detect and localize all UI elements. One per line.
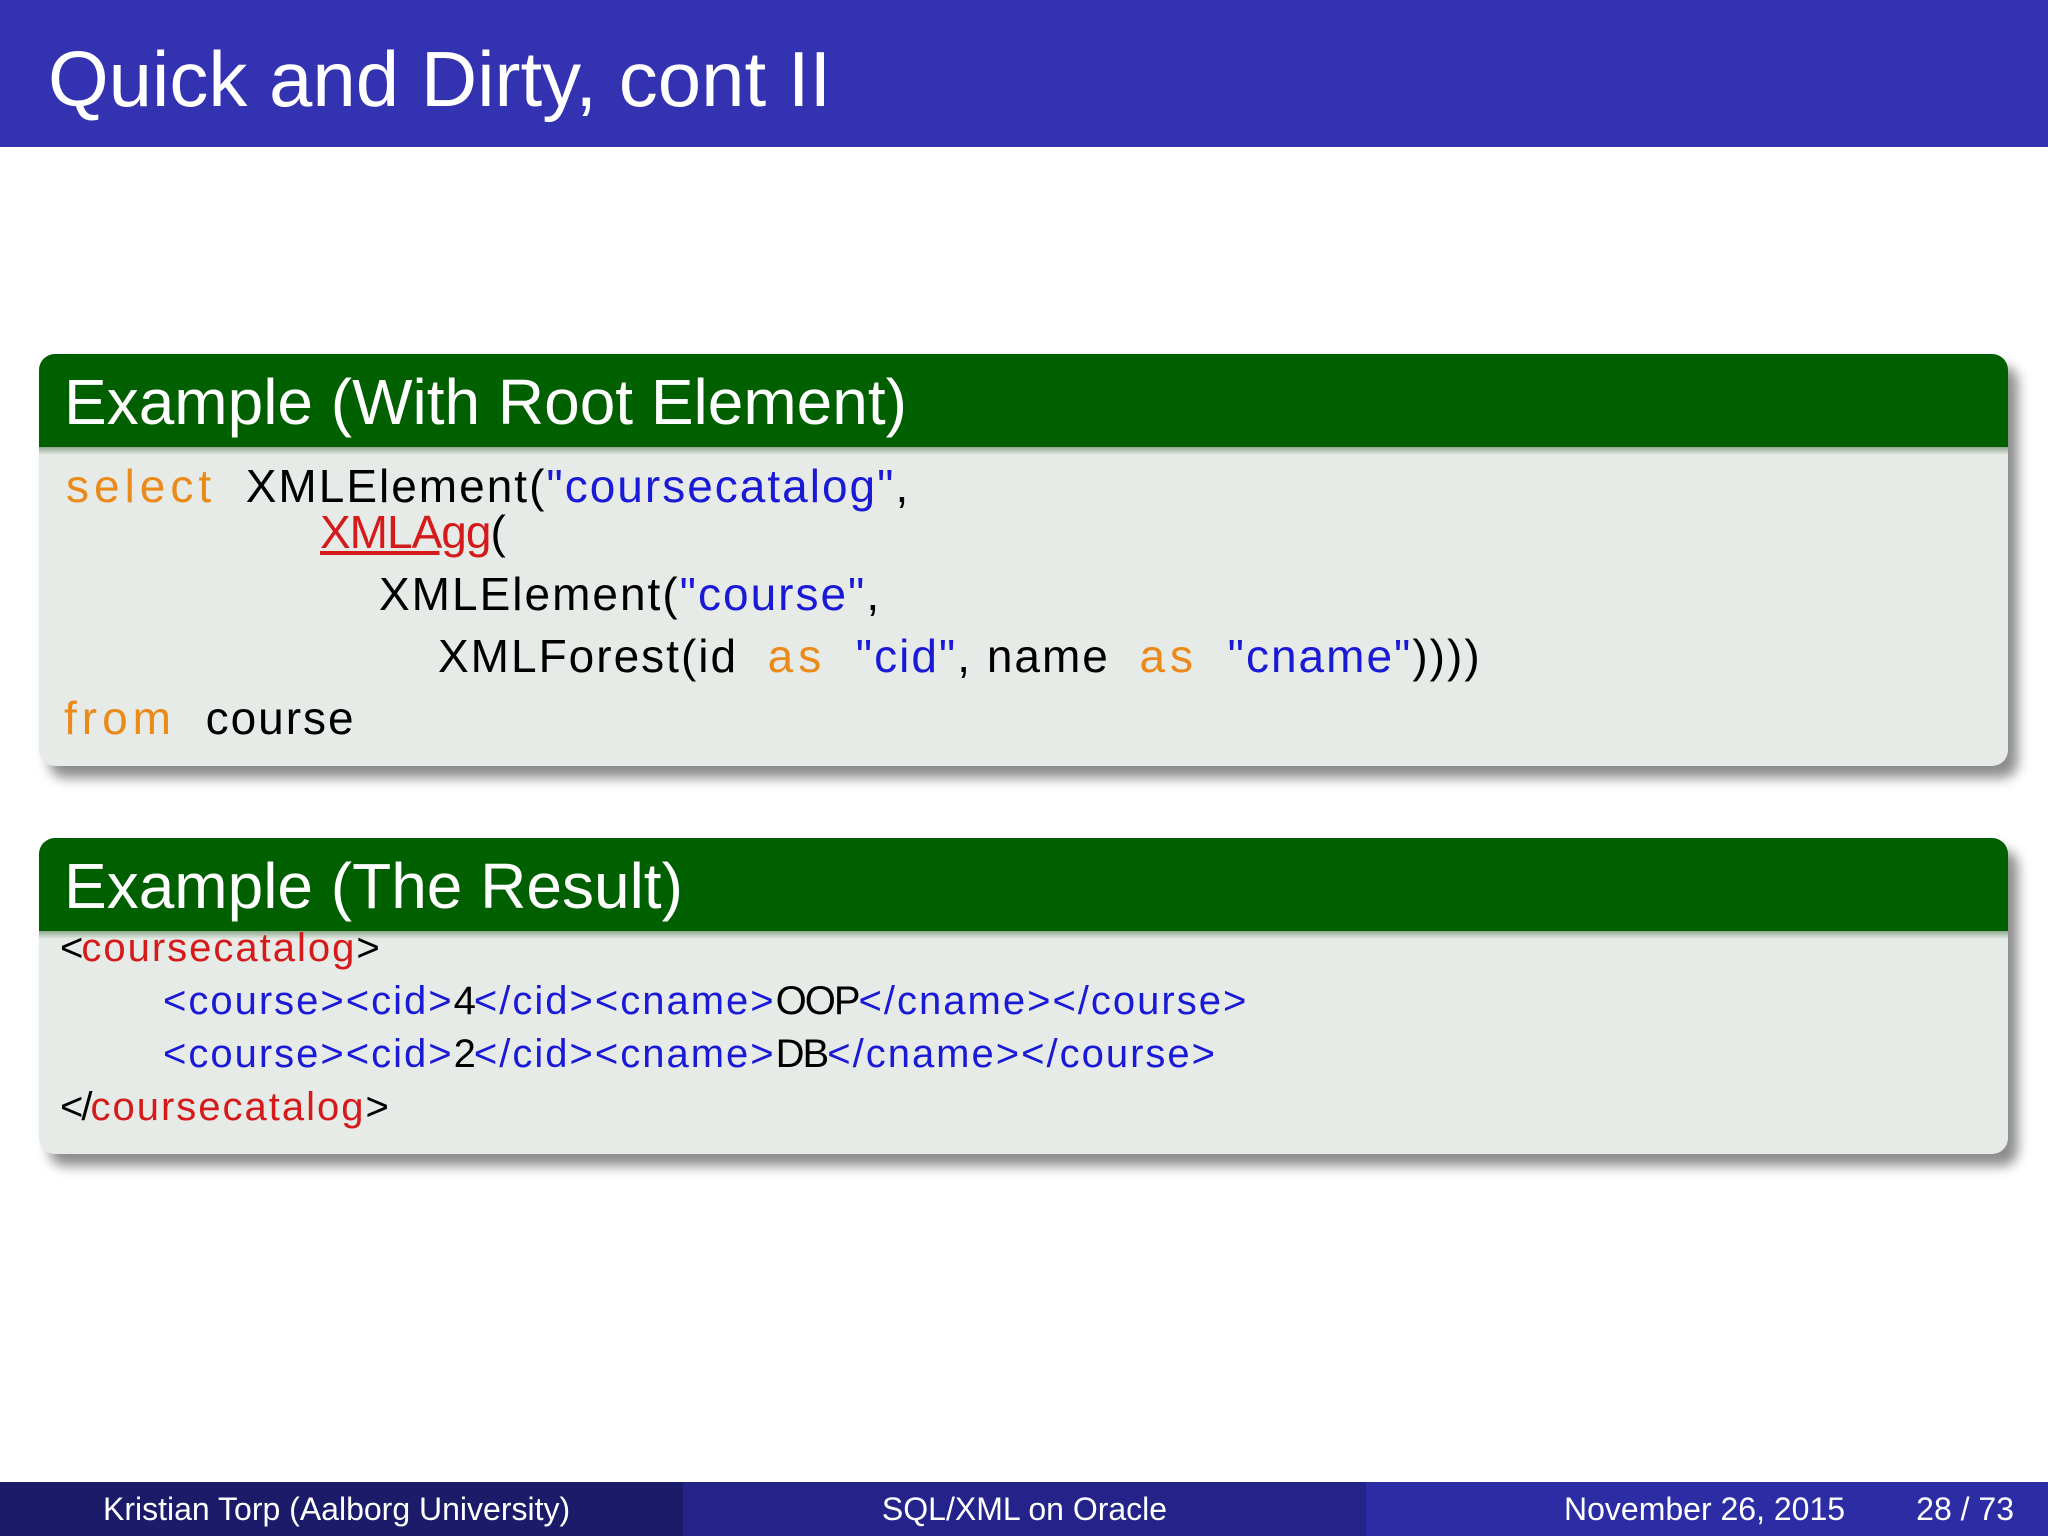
footer-date-section: November 26, 2015 28 / 73 xyxy=(1366,1482,2048,1536)
result-root-tag: coursecatalog xyxy=(90,1085,366,1129)
code-line: XMLElement("course", xyxy=(379,565,881,623)
footer: Kristian Torp (Aalborg University) SQL/X… xyxy=(0,1482,2048,1536)
result-line: <coursecatalog> xyxy=(60,919,380,977)
title-bar: Quick and Dirty, cont II xyxy=(0,0,2048,147)
result-tags: </cname></course> xyxy=(858,979,1249,1023)
result-tags: </cname></course> xyxy=(827,1032,1217,1076)
code-keyword: select xyxy=(66,460,217,512)
result-root-tag: coursecatalog xyxy=(81,926,357,970)
result-tags: </cid><cname> xyxy=(473,1032,776,1076)
result-tags: <course><cid> xyxy=(163,979,454,1023)
code-text: , name xyxy=(957,630,1110,682)
example-block-query: Example (With Root Element) select XMLEl… xyxy=(39,354,2008,766)
footer-page-number: 28 / 73 xyxy=(1916,1491,2014,1527)
result-bracket: < xyxy=(60,926,83,970)
footer-topic: SQL/XML on Oracle xyxy=(881,1491,1168,1527)
block-title: Example (The Result) xyxy=(64,850,683,922)
footer-author: Kristian Torp (Aalborg University) xyxy=(103,1491,571,1527)
code-text: course xyxy=(205,692,356,744)
code-function: XMLForest(id xyxy=(438,630,739,682)
block-title: Example (With Root Element) xyxy=(64,366,907,438)
result-value: OOP xyxy=(775,979,861,1023)
code-string: "coursecatalog" xyxy=(546,460,896,512)
code-listing: select XMLElement( "coursecatalog", XMLAg… xyxy=(39,447,2008,766)
code-line: from course xyxy=(64,689,356,747)
result-bracket: > xyxy=(365,1085,389,1129)
code-keyword: from xyxy=(64,692,176,744)
result-listing: <coursecatalog> <course><cid>4</cid><cna… xyxy=(39,926,2008,1154)
code-string: "cid" xyxy=(855,630,958,682)
code-keyword: as xyxy=(1139,630,1199,682)
result-line: <course><cid>2</cid><cname>DB</cname></c… xyxy=(163,1025,1217,1083)
code-function: XMLElement( xyxy=(379,568,680,620)
code-line: XMLForest(id as "cid", name as "cname"))… xyxy=(438,627,1482,685)
result-value: DB xyxy=(775,1032,830,1076)
page-title: Quick and Dirty, cont II xyxy=(48,35,832,123)
code-string: "cname" xyxy=(1227,630,1413,682)
result-bracket: </ xyxy=(60,1085,93,1129)
result-line: <course><cid>4</cid><cname>OOP</cname></… xyxy=(163,972,1248,1030)
code-punct: )))) xyxy=(1412,630,1482,682)
result-value: 2 xyxy=(453,1032,476,1076)
block-header: Example (The Result) xyxy=(39,838,2008,939)
result-tags: </cid><cname> xyxy=(473,979,776,1023)
code-string: "course" xyxy=(679,568,867,620)
code-punct: ( xyxy=(490,506,508,558)
code-punct: , xyxy=(866,568,882,620)
result-value: 4 xyxy=(453,979,476,1023)
example-block-result: Example (The Result) <coursecatalog> <co… xyxy=(39,838,2008,1154)
code-highlight: XMLAgg xyxy=(320,506,491,558)
code-punct: , xyxy=(895,460,911,512)
footer-date: November 26, 2015 xyxy=(1564,1491,1846,1527)
result-bracket: > xyxy=(356,926,379,970)
code-keyword: as xyxy=(767,630,827,682)
block-header: Example (With Root Element) xyxy=(39,354,2008,455)
code-line: XMLAgg( xyxy=(320,503,508,561)
result-tags: <course><cid> xyxy=(163,1032,454,1076)
result-line: </coursecatalog> xyxy=(60,1078,389,1136)
footer-topic-section: SQL/XML on Oracle xyxy=(683,1482,1366,1536)
footer-author-section: Kristian Torp (Aalborg University) xyxy=(0,1482,683,1536)
